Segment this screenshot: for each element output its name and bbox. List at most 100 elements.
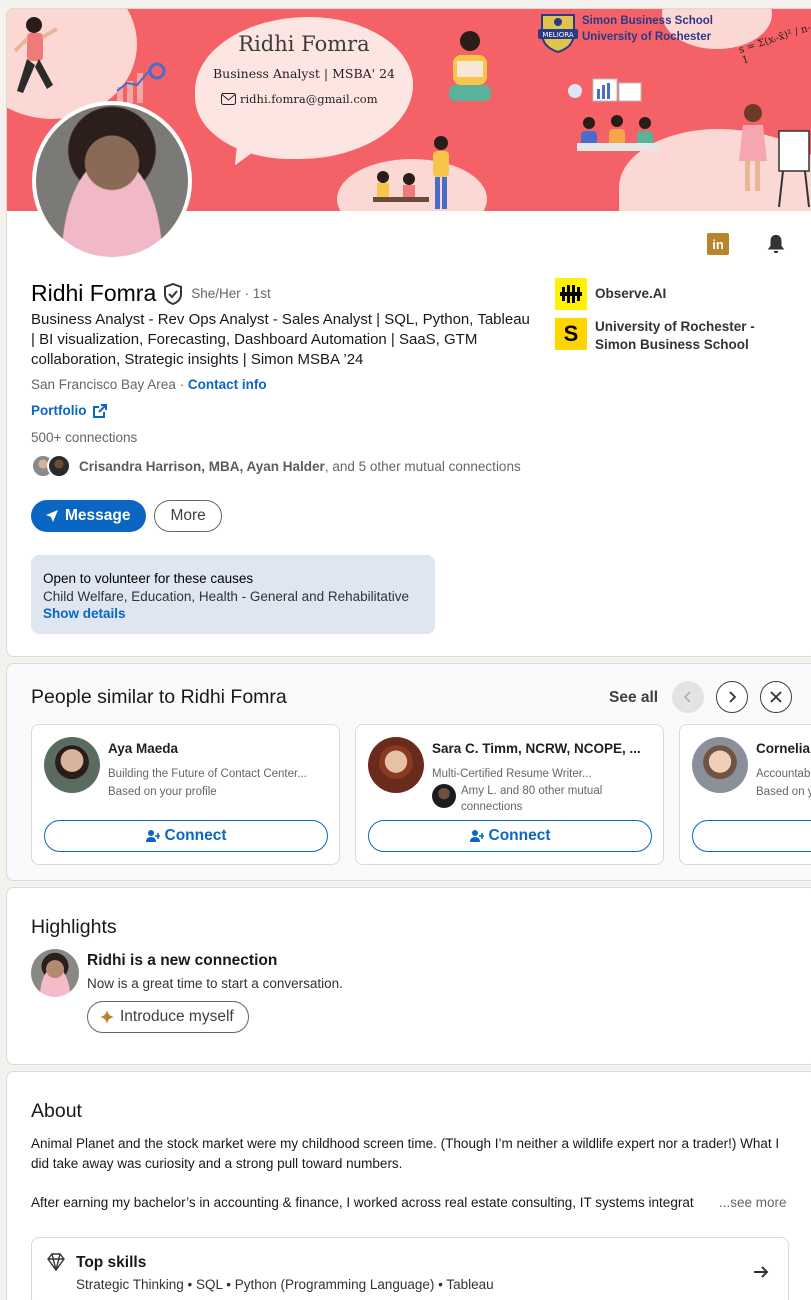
person-headline-line: Accountab bbox=[756, 768, 811, 780]
message-button-label: Message bbox=[65, 507, 131, 524]
org-current-company[interactable]: Observe.AI bbox=[555, 278, 775, 310]
avatar bbox=[31, 949, 79, 997]
observeai-logo-icon bbox=[555, 278, 587, 310]
contact-info-link[interactable]: Contact info bbox=[188, 377, 267, 392]
highlight-subtitle: Now is a great time to start a conversat… bbox=[87, 976, 343, 991]
simon-school-logo-icon: S bbox=[555, 318, 587, 350]
mutual-connections[interactable]: Crisandra Harrison, MBA, Ayan Halder, an… bbox=[31, 454, 521, 478]
banner-name: Ridhi Fomra bbox=[238, 32, 370, 56]
person-name[interactable]: Aya Maeda bbox=[108, 741, 332, 756]
chevron-right-icon bbox=[729, 691, 737, 703]
carousel-next-button[interactable] bbox=[716, 681, 748, 713]
carousel-prev-button[interactable] bbox=[672, 681, 704, 713]
person-mutual-text: Amy L. and 80 other mutual connections bbox=[461, 785, 603, 813]
top-card-actions: in bbox=[707, 233, 787, 260]
org-name: Observe.AI bbox=[595, 286, 667, 301]
suggested-person-card[interactable]: Aya Maeda Building the Future of Contact… bbox=[31, 724, 340, 865]
volunteer-causes-box: Open to volunteer for these causes Child… bbox=[31, 555, 435, 634]
mutual-names: Crisandra Harrison, MBA, Ayan Halder bbox=[79, 458, 325, 474]
portfolio-link[interactable]: Portfolio bbox=[31, 403, 107, 418]
banner-school-line2: University of Rochester bbox=[582, 31, 712, 43]
svg-text:MELIORA: MELIORA bbox=[542, 31, 574, 39]
linkedin-premium-icon[interactable]: in bbox=[707, 233, 729, 255]
profile-name-row: Ridhi Fomra She/Her · 1st bbox=[31, 280, 271, 307]
connect-label: Connect bbox=[488, 827, 551, 844]
highlight-title: Ridhi is a new connection bbox=[87, 952, 278, 969]
diamond-icon bbox=[47, 1253, 65, 1272]
add-person-icon bbox=[469, 830, 484, 842]
see-more-link[interactable]: ...see more bbox=[719, 1195, 787, 1210]
envelope-icon bbox=[221, 93, 236, 105]
profile-organizations: Observe.AI S University of Rochester - S… bbox=[555, 278, 775, 362]
highlights-card: Highlights Ridhi is a new connection Now… bbox=[6, 887, 811, 1065]
profile-actions: Message More bbox=[31, 500, 222, 532]
arrow-right-icon[interactable] bbox=[752, 1263, 770, 1281]
team-meeting-illustration bbox=[568, 78, 659, 151]
banner-email-text: ridhi.fomra@gmail.com bbox=[240, 92, 378, 106]
bell-icon[interactable] bbox=[765, 233, 787, 260]
profile-headline: Business Analyst - Rev Ops Analyst - Sal… bbox=[31, 311, 530, 368]
org-education[interactable]: S University of Rochester - Simon Busine… bbox=[555, 318, 775, 354]
section-title: About bbox=[31, 1100, 82, 1122]
avatar bbox=[692, 737, 748, 793]
more-button[interactable]: More bbox=[154, 500, 222, 532]
about-text: Animal Planet and the stock market were … bbox=[31, 1134, 791, 1194]
portfolio-label: Portfolio bbox=[31, 403, 87, 418]
external-link-icon bbox=[92, 403, 107, 418]
person-headline: Multi-Certified Resume Writer... bbox=[432, 768, 592, 780]
people-similar-card: People similar to Ridhi Fomra See all Ay… bbox=[6, 663, 811, 881]
dismiss-button[interactable] bbox=[760, 681, 792, 713]
avatar bbox=[47, 454, 71, 478]
banner-email: ridhi.fomra@gmail.com bbox=[221, 92, 378, 106]
profile-photo-image bbox=[36, 105, 188, 257]
introduce-myself-button[interactable]: Introduce myself bbox=[87, 1001, 249, 1033]
show-details-link[interactable]: Show details bbox=[43, 605, 423, 623]
top-skills-title: Top skills bbox=[76, 1254, 147, 1271]
classroom-illustration bbox=[373, 136, 449, 209]
school-crest-icon: MELIORA bbox=[538, 14, 578, 53]
connections-count[interactable]: 500+ connections bbox=[31, 430, 137, 445]
banner-school: Simon Business School University of Roch… bbox=[582, 13, 713, 45]
person-mutual: Amy L. and 80 other mutual connections bbox=[432, 784, 641, 815]
section-title: People similar to Ridhi Fomra bbox=[31, 686, 287, 708]
reader-illustration bbox=[449, 31, 491, 101]
sparkle-icon bbox=[100, 1010, 114, 1024]
avatar bbox=[368, 737, 424, 793]
close-icon bbox=[770, 691, 782, 703]
message-button[interactable]: Message bbox=[31, 500, 147, 532]
add-person-icon bbox=[145, 830, 160, 842]
chevron-left-icon bbox=[683, 691, 691, 703]
mutual-rest: , and 5 other mutual connections bbox=[324, 458, 521, 474]
verified-shield-icon[interactable] bbox=[163, 282, 183, 305]
mutual-connections-text: Crisandra Harrison, MBA, Ayan Halder, an… bbox=[79, 459, 521, 474]
person-name[interactable]: Cornelia bbox=[756, 741, 811, 756]
connect-button[interactable] bbox=[692, 820, 811, 852]
avatar bbox=[44, 737, 100, 793]
about-card: About Animal Planet and the stock market… bbox=[6, 1071, 811, 1300]
person-reason: Based on y bbox=[756, 786, 811, 798]
org-name: University of Rochester - Simon Business… bbox=[595, 319, 755, 352]
connect-button[interactable]: Connect bbox=[44, 820, 328, 852]
person-headline-line: Building the Future of Contact Center... bbox=[108, 768, 307, 780]
profile-photo[interactable] bbox=[32, 101, 192, 261]
suggested-person-card[interactable]: Sara C. Timm, NCRW, NCOPE, ... Multi-Cer… bbox=[355, 724, 664, 865]
top-skills-box[interactable]: Top skills Strategic Thinking • SQL • Py… bbox=[31, 1237, 789, 1300]
about-paragraph: After earning my bachelor’s in accountin… bbox=[31, 1195, 694, 1210]
connect-button[interactable]: Connect bbox=[368, 820, 652, 852]
banner-school-line1: Simon Business School bbox=[582, 15, 713, 27]
profile-name: Ridhi Fomra bbox=[31, 280, 157, 306]
introduce-myself-label: Introduce myself bbox=[120, 1008, 234, 1025]
presenter-illustration bbox=[739, 104, 810, 208]
see-all-link[interactable]: See all bbox=[609, 689, 658, 707]
chart-illustration bbox=[116, 62, 166, 103]
section-title: Highlights bbox=[31, 916, 117, 938]
location-row: San Francisco Bay Area · Contact info bbox=[31, 377, 267, 392]
avatar bbox=[432, 784, 456, 808]
connect-label: Connect bbox=[164, 827, 227, 844]
about-paragraph: Animal Planet and the stock market were … bbox=[31, 1136, 780, 1171]
banner-role: Business Analyst | MSBA' 24 bbox=[213, 66, 395, 81]
person-name[interactable]: Sara C. Timm, NCRW, NCOPE, ... bbox=[432, 741, 656, 756]
suggested-person-card[interactable]: Cornelia Accountab Based on y bbox=[679, 724, 811, 865]
person-headline: Accountab Based on y bbox=[756, 765, 811, 801]
volunteer-causes: Child Welfare, Education, Health - Gener… bbox=[43, 588, 409, 604]
